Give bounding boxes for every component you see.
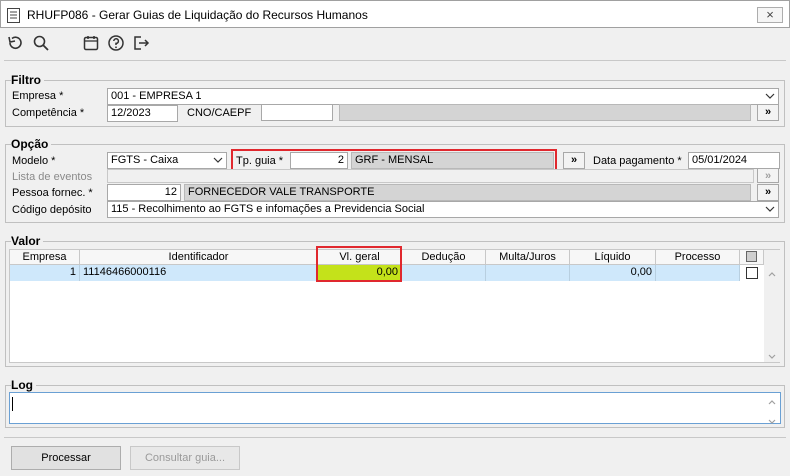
consultar-guia-button[interactable]: Consultar guia... — [130, 446, 240, 470]
col-header-identificador[interactable]: Identificador — [80, 250, 318, 265]
log-textarea[interactable] — [9, 392, 781, 424]
modelo-value: FGTS - Caixa — [111, 154, 179, 166]
chevron-down-icon[interactable] — [212, 153, 224, 168]
valor-title: Valor — [11, 234, 44, 248]
search-icon[interactable] — [32, 34, 50, 52]
tp-guia-lookup-button[interactable]: » — [563, 152, 585, 169]
col-header-select[interactable] — [740, 250, 764, 265]
col-header-deducao[interactable]: Dedução — [402, 250, 486, 265]
row-checkbox[interactable] — [746, 267, 758, 279]
cno-description — [339, 104, 751, 121]
undo-icon[interactable] — [6, 34, 24, 52]
lista-eventos-label: Lista de eventos — [12, 171, 93, 183]
data-pagamento-value: 05/01/2024 — [692, 154, 748, 166]
vertical-scrollbar[interactable] — [764, 250, 780, 362]
toolbar-separator — [4, 60, 786, 61]
calendar-icon[interactable] — [82, 34, 100, 52]
col-header-empresa[interactable]: Empresa — [10, 250, 80, 265]
tp-guia-desc: GRF - MENSAL — [355, 154, 434, 166]
pessoa-lookup-button[interactable]: » — [757, 184, 779, 201]
header-checkbox[interactable] — [746, 251, 757, 262]
close-button[interactable]: × — [757, 7, 783, 23]
cell-processo — [656, 265, 740, 281]
codigo-deposito-label: Código depósito — [12, 204, 92, 216]
close-icon: × — [766, 7, 774, 22]
pessoa-desc: FORNECEDOR VALE TRANSPORTE — [188, 186, 375, 198]
pessoa-code: 12 — [164, 186, 177, 198]
vl-geral-highlight — [316, 246, 402, 282]
modelo-select[interactable]: FGTS - Caixa — [107, 152, 227, 169]
col-header-processo[interactable]: Processo — [656, 250, 740, 265]
data-pagamento-label: Data pagamento * — [593, 155, 682, 167]
cell-select — [740, 265, 764, 281]
cno-label: CNO/CAEPF — [187, 107, 252, 119]
data-pagamento-input[interactable]: 05/01/2024 — [688, 152, 780, 169]
log-title: Log — [11, 378, 36, 392]
double-chevron-right-icon: » — [764, 106, 772, 118]
codigo-deposito-select[interactable]: 115 - Recolhimento ao FGTS e infomações … — [107, 201, 779, 218]
title-bar: RHUFP086 - Gerar Guias de Liquidação do … — [0, 0, 790, 28]
cell-multa-juros — [486, 265, 570, 281]
tp-guia-code: 2 — [337, 154, 344, 166]
bottom-separator — [4, 437, 786, 438]
pessoa-code-input[interactable]: 12 — [107, 184, 181, 201]
competencia-value: 12/2023 — [111, 107, 151, 119]
text-cursor — [12, 397, 13, 411]
pessoa-description: FORNECEDOR VALE TRANSPORTE — [184, 184, 751, 201]
help-icon[interactable] — [107, 34, 125, 52]
cell-empresa: 1 — [10, 265, 80, 281]
processar-button[interactable]: Processar — [11, 446, 121, 470]
empresa-label: Empresa * — [12, 90, 64, 102]
filtro-title: Filtro — [11, 73, 44, 87]
competencia-label: Competência * — [12, 107, 85, 119]
empresa-select[interactable]: 001 - EMPRESA 1 — [107, 88, 779, 105]
scroll-up-icon[interactable] — [768, 396, 776, 408]
cno-lookup-button[interactable]: » — [757, 104, 779, 121]
competencia-input[interactable]: 12/2023 — [107, 105, 178, 122]
cno-input[interactable] — [261, 104, 333, 121]
col-header-liquido[interactable]: Líquido — [570, 250, 656, 265]
chevron-down-icon[interactable] — [764, 202, 776, 217]
cell-identificador: 11146466000116 — [80, 265, 318, 281]
codigo-deposito-value: 115 - Recolhimento ao FGTS e infomações … — [111, 203, 425, 215]
scroll-up-icon[interactable] — [768, 268, 776, 280]
modelo-label: Modelo * — [12, 155, 56, 167]
exit-icon[interactable] — [132, 34, 150, 52]
tp-guia-description: GRF - MENSAL — [351, 152, 554, 169]
window-title: RHUFP086 - Gerar Guias de Liquidação do … — [27, 8, 368, 22]
scroll-down-icon[interactable] — [768, 350, 776, 362]
tp-guia-label: Tp. guia * — [236, 155, 284, 167]
empresa-value: 001 - EMPRESA 1 — [111, 90, 202, 102]
opcao-title: Opção — [11, 137, 52, 151]
cell-deducao — [402, 265, 486, 281]
lista-eventos-lookup-button: » — [757, 168, 779, 183]
tp-guia-code-input[interactable]: 2 — [290, 152, 348, 169]
double-chevron-right-icon: » — [764, 170, 772, 182]
pessoa-fornec-label: Pessoa fornec. * — [12, 187, 93, 199]
scroll-down-icon[interactable] — [768, 415, 776, 427]
double-chevron-right-icon: » — [764, 186, 772, 198]
double-chevron-right-icon: » — [570, 154, 578, 166]
document-icon — [7, 8, 20, 23]
cell-liquido: 0,00 — [570, 265, 656, 281]
lista-eventos-input — [107, 169, 754, 183]
chevron-down-icon[interactable] — [764, 89, 776, 104]
col-header-multa-juros[interactable]: Multa/Juros — [486, 250, 570, 265]
